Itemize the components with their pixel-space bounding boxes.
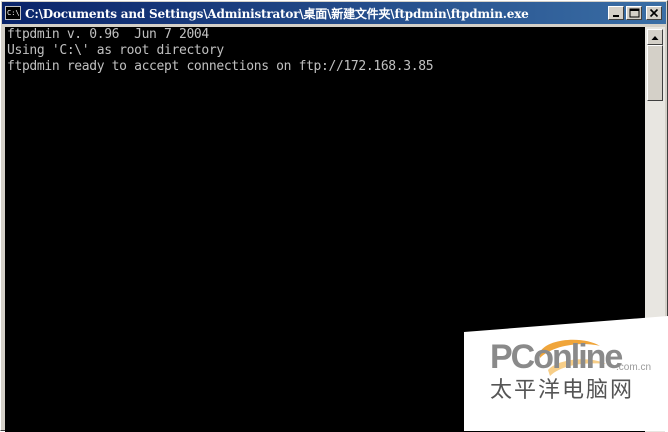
maximize-icon [629,8,640,18]
close-icon [649,8,659,18]
window-title: C:\Documents and Settings\Administrator\… [25,6,529,21]
watermark-domain: .com.cn [616,362,652,373]
close-button[interactable] [646,6,662,20]
title-bar[interactable]: C:\ C:\Documents and Settings\Administra… [2,2,666,24]
console-line: Using 'C:\' as root directory [7,43,224,58]
watermark-chinese: 太平洋电脑网 [490,378,635,403]
watermark-brand: PConline [490,338,623,376]
console-icon[interactable]: C:\ [5,6,21,20]
minimize-icon [613,15,619,17]
console-line: ftpdmin v. 0.96 Jun 7 2004 [7,27,209,42]
console-lines: ftpdmin v. 0.96 Jun 7 2004 Using 'C:\' a… [5,27,645,75]
maximize-button[interactable] [626,6,642,20]
caption-buttons [606,6,662,20]
arrow-up-icon [651,36,659,40]
scroll-up-button[interactable] [647,29,663,45]
console-line: ftpdmin ready to accept connections on f… [7,59,434,74]
scroll-thumb[interactable] [647,45,663,101]
minimize-button[interactable] [608,6,624,20]
